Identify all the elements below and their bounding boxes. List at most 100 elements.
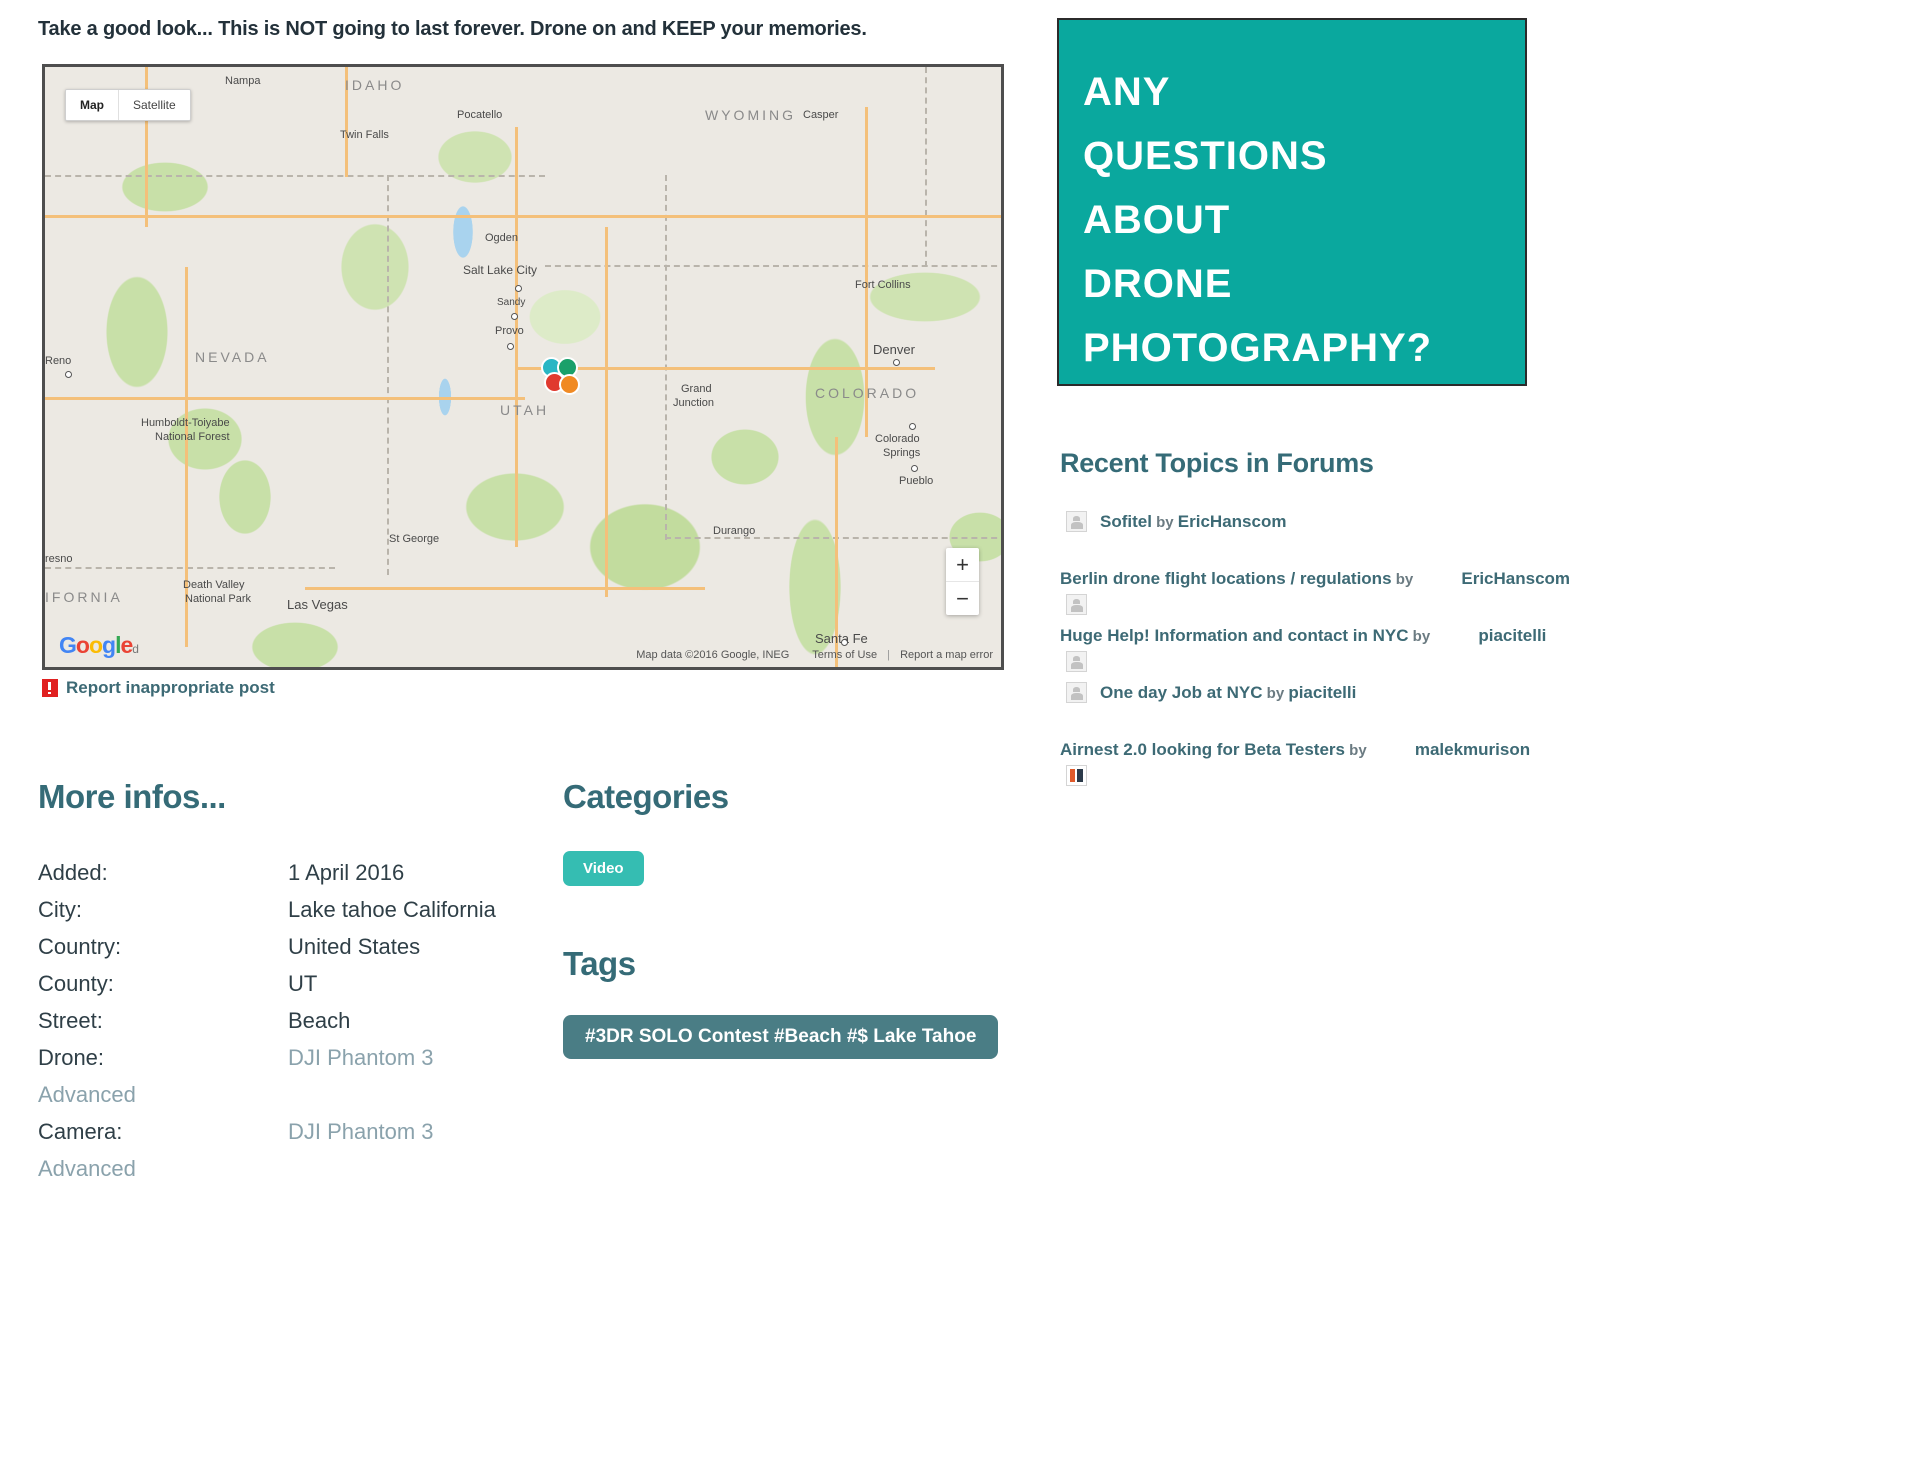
map-label-state: WYOMING [705, 107, 796, 123]
map-label-city: St George [389, 533, 440, 545]
map-label-city: Pocatello [457, 109, 503, 121]
info-row-label: Country: [38, 934, 122, 959]
map-city-dot [909, 423, 916, 430]
map-type-map-button[interactable]: Map [66, 90, 118, 120]
promo-banner-line: QUESTIONS [1083, 134, 1328, 178]
map-zoom-in-button[interactable]: + [946, 548, 979, 582]
report-flag-icon [42, 679, 58, 697]
categories-list: Video [563, 816, 1023, 886]
map-road [45, 397, 525, 400]
info-row-label: City: [38, 897, 82, 922]
category-pill[interactable]: Video [563, 851, 644, 886]
map-canvas[interactable]: IDAHO WYOMING NEVADA UTAH COLORADO IFORN… [45, 67, 1001, 667]
map-label-state: UTAH [500, 402, 550, 418]
more-infos-title: More infos... [38, 778, 226, 815]
tags-list: #3DR SOLO Contest #Beach #$ Lake Tahoe [563, 983, 1023, 1059]
map-label-city: Grand [681, 383, 712, 395]
map-city-dot [65, 371, 72, 378]
map-label-city: Las Vegas [287, 597, 348, 612]
map-label-city: National Forest [155, 431, 230, 443]
map-city-dot [515, 285, 522, 292]
map-state-border [665, 175, 667, 540]
forum-topic-item[interactable]: Sofitel by EricHanscom [1060, 509, 1580, 536]
info-row: Drone: DJI Phantom 3 [38, 1039, 538, 1076]
report-post-label[interactable]: Report inappropriate post [66, 678, 275, 698]
map-label-city: Salt Lake City [463, 263, 538, 277]
info-row-label: Camera: [38, 1119, 123, 1144]
forum-topic-link[interactable]: One day Job at NYC [1100, 683, 1262, 702]
map-label-city: Sandy [497, 297, 526, 308]
info-row-value[interactable]: DJI Phantom 3 [288, 1113, 434, 1150]
user-avatar-icon [1066, 651, 1087, 672]
map-terms-link[interactable]: Terms of Use [812, 649, 877, 661]
forum-by-label: by [1262, 685, 1289, 702]
forum-topic-item[interactable]: One day Job at NYC by piacitelli [1060, 680, 1580, 707]
map-road [45, 215, 1001, 218]
map-label-state: IFORNIA [45, 589, 123, 605]
tags-section: Tags #3DR SOLO Contest #Beach #$ Lake Ta… [563, 945, 1023, 1059]
info-row-value: 1 April 2016 [288, 860, 405, 885]
map-state-border [387, 175, 389, 575]
forum-author-link[interactable]: EricHanscom [1461, 569, 1570, 588]
map-zoom-out-button[interactable]: − [946, 582, 979, 615]
forum-topic-link[interactable]: Huge Help! Information and contact in NY… [1060, 626, 1409, 645]
promo-banner[interactable]: ANY QUESTIONS ABOUT DRONE PHOTOGRAPHY? [1057, 18, 1527, 386]
map-zoom-control[interactable]: + − [946, 548, 979, 615]
info-row: Camera: DJI Phantom 3 [38, 1113, 538, 1150]
info-row-value[interactable]: DJI Phantom 3 [288, 1039, 434, 1076]
map-attr-separator [792, 649, 809, 661]
report-inappropriate-post[interactable]: Report inappropriate post [42, 678, 275, 698]
info-row-label: County: [38, 971, 114, 996]
google-map[interactable]: IDAHO WYOMING NEVADA UTAH COLORADO IFORN… [42, 64, 1004, 670]
map-type-satellite-button[interactable]: Satellite [118, 90, 190, 120]
more-infos-section: More infos... Added: 1 April 2016 City: Lak… [38, 778, 538, 1187]
forum-topic-item[interactable]: Berlin drone flight locations / regulati… [1060, 566, 1580, 615]
map-city-dot [911, 465, 918, 472]
page-headline: Take a good look... This is NOT going to… [38, 18, 867, 40]
map-road [605, 227, 608, 597]
forum-author-link[interactable]: EricHanscom [1178, 512, 1287, 531]
info-row: County: UT [38, 965, 538, 1002]
forum-author-link[interactable]: piacitelli [1288, 683, 1356, 702]
forum-topic-item[interactable]: Huge Help! Information and contact in NY… [1060, 623, 1580, 672]
forum-topic-link[interactable]: Sofitel [1100, 512, 1152, 531]
promo-banner-line: DRONE [1083, 262, 1233, 306]
map-city-dot [893, 359, 900, 366]
user-avatar-icon [1066, 594, 1087, 615]
forum-topic-item[interactable]: Airnest 2.0 looking for Beta Testers by … [1060, 737, 1580, 786]
map-type-control[interactable]: Map Satellite [65, 89, 191, 121]
map-label-city: Colorado [875, 433, 920, 445]
map-city-dot [511, 313, 518, 320]
page-root: Take a good look... This is NOT going to… [0, 0, 1920, 1462]
forums-title: Recent Topics in Forums [1060, 448, 1374, 478]
forum-author-link[interactable]: piacitelli [1478, 626, 1546, 645]
tag-pill[interactable]: #3DR SOLO Contest #Beach #$ Lake Tahoe [563, 1015, 999, 1059]
user-avatar-color-icon [1066, 765, 1087, 786]
map-attribution: Map data ©2016 Google, INEG Terms of Use… [636, 649, 993, 661]
info-row-label: Added: [38, 860, 108, 885]
forum-by-label: by [1151, 514, 1178, 531]
map-data-text: Map data ©2016 Google, INEG [636, 649, 790, 661]
forum-topic-link[interactable]: Airnest 2.0 looking for Beta Testers [1060, 740, 1345, 759]
info-row-label: Street: [38, 1008, 103, 1033]
map-marker-cluster[interactable] [541, 357, 585, 401]
map-label-city: Reno [45, 355, 72, 367]
map-label-city: Ogden [485, 232, 519, 244]
map-label-state: IDAHO [345, 77, 405, 93]
forum-author-link[interactable]: malekmurison [1415, 740, 1530, 759]
map-report-error-link[interactable]: Report a map error [900, 649, 993, 661]
info-row-value-continuation[interactable]: Advanced [38, 1076, 538, 1113]
info-row-value-continuation[interactable]: Advanced [38, 1150, 538, 1187]
map-marker[interactable] [559, 374, 580, 395]
google-logo: Googled [59, 632, 139, 658]
map-road [515, 127, 518, 547]
forum-by-label: by [1344, 742, 1371, 759]
map-state-border [45, 175, 545, 177]
map-label-city: Death Valley [183, 579, 245, 591]
map-label-city: Durango [713, 525, 756, 537]
map-road [305, 587, 705, 590]
forum-topic-link[interactable]: Berlin drone flight locations / regulati… [1060, 569, 1392, 588]
info-row-label: Drone: [38, 1045, 105, 1070]
map-state-border [545, 265, 1001, 267]
categories-section: Categories Video [563, 778, 1023, 886]
